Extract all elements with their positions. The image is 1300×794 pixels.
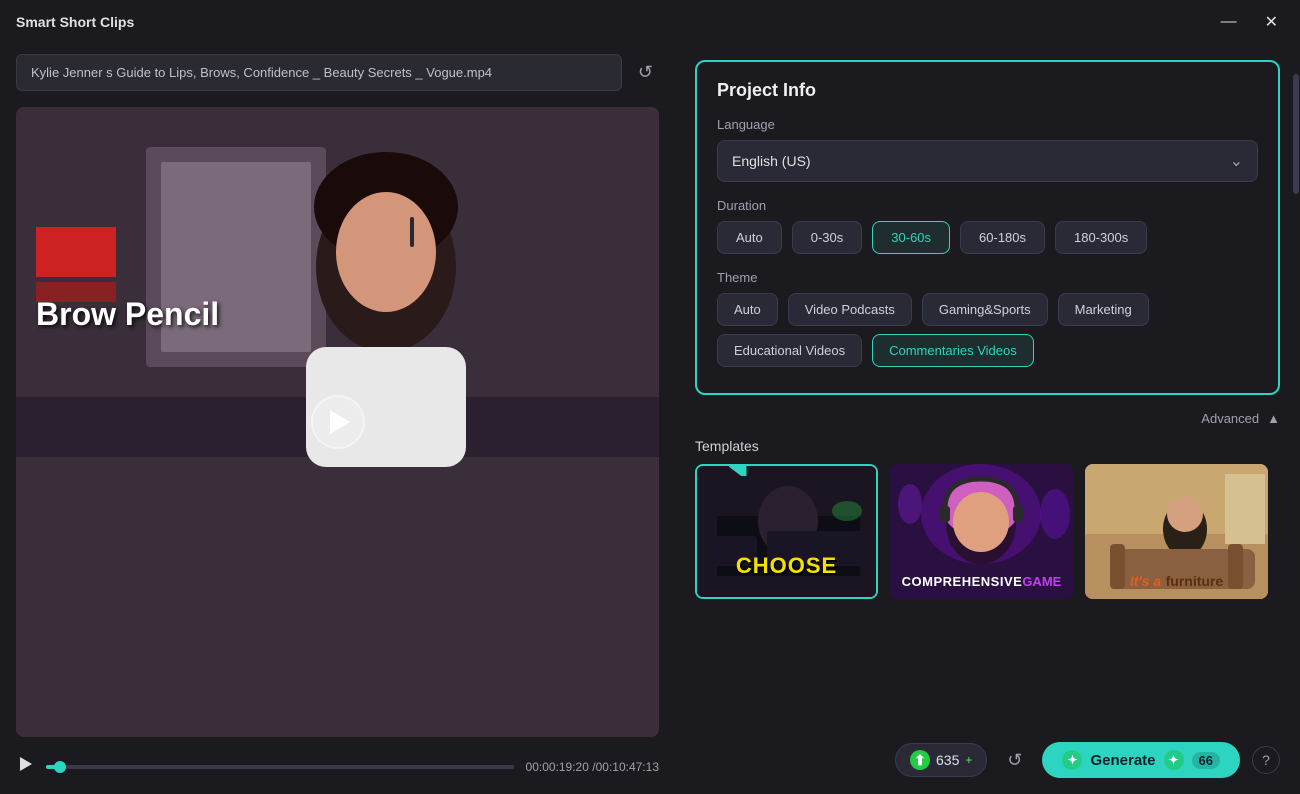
title-bar: Smart Short Clips — ✕ xyxy=(0,0,1300,44)
theme-label: Theme xyxy=(717,270,1258,285)
duration-0-30s[interactable]: 0-30s xyxy=(792,221,863,254)
progress-thumb xyxy=(54,761,66,773)
advanced-chevron-icon[interactable]: ▲ xyxy=(1267,411,1280,426)
template-2-caption-highlight: GAME xyxy=(1022,574,1061,589)
help-button[interactable]: ? xyxy=(1252,746,1280,774)
video-overlay-text: Brow Pencil xyxy=(36,296,219,333)
close-button[interactable]: ✕ xyxy=(1259,10,1284,34)
language-dropdown[interactable]: English (US) ⌄ xyxy=(717,140,1258,182)
play-button[interactable] xyxy=(311,395,365,449)
template-bg-3: It's a furniture xyxy=(1085,464,1268,599)
theme-educational-videos[interactable]: Educational Videos xyxy=(717,334,862,367)
dropdown-arrow-icon: ⌄ xyxy=(1230,151,1243,171)
file-row: Kylie Jenner s Guide to Lips, Brows, Con… xyxy=(16,54,659,91)
generate-label: Generate xyxy=(1090,752,1155,769)
templates-grid: CHOOSE xyxy=(695,464,1280,599)
template-2-caption-container: COMPREHENSIVEGAME xyxy=(890,573,1073,591)
play-small-icon xyxy=(16,755,34,773)
template-1-svg xyxy=(697,466,878,599)
play-icon xyxy=(330,410,350,434)
file-input[interactable]: Kylie Jenner s Guide to Lips, Brows, Con… xyxy=(16,54,622,91)
credits-add-button[interactable]: + xyxy=(965,753,972,767)
template-3-caption-container: It's a furniture xyxy=(1085,573,1268,591)
templates-section: Templates xyxy=(695,438,1280,722)
window-controls: — ✕ xyxy=(1215,10,1284,34)
left-panel: Kylie Jenner s Guide to Lips, Brows, Con… xyxy=(0,44,675,794)
duration-180-300s[interactable]: 180-300s xyxy=(1055,221,1147,254)
template-bg-1: CHOOSE xyxy=(697,466,876,597)
reload-button[interactable]: ↺ xyxy=(999,746,1030,775)
template-bg-2: COMPREHENSIVEGAME xyxy=(890,464,1073,599)
template-3-its: It's a xyxy=(1130,573,1161,589)
template-card-3[interactable]: It's a furniture xyxy=(1085,464,1268,599)
project-info-title: Project Info xyxy=(717,80,1258,101)
theme-row2: Educational Videos Commentaries Videos xyxy=(717,334,1258,367)
progress-bar[interactable] xyxy=(46,765,514,769)
templates-label: Templates xyxy=(695,438,1280,454)
theme-row1: Auto Video Podcasts Gaming&Sports Market… xyxy=(717,293,1258,326)
template-card-2[interactable]: COMPREHENSIVEGAME xyxy=(890,464,1073,599)
duration-label: Duration xyxy=(717,198,1258,213)
app-title: Smart Short Clips xyxy=(16,14,134,30)
duration-options: Auto 0-30s 30-60s 60-180s 180-300s xyxy=(717,221,1258,254)
theme-gaming-sports[interactable]: Gaming&Sports xyxy=(922,293,1048,326)
project-info-section: Project Info Language English (US) ⌄ Dur… xyxy=(695,60,1280,395)
scrollbar-thumb[interactable] xyxy=(1293,74,1299,194)
scrollbar-track xyxy=(1292,44,1300,794)
template-card-1[interactable]: CHOOSE xyxy=(695,464,878,599)
duration-30-60s[interactable]: 30-60s xyxy=(872,221,950,254)
total-time-value: /00:10:47:13 xyxy=(592,760,659,774)
theme-commentaries-videos[interactable]: Commentaries Videos xyxy=(872,334,1034,367)
generate-count: 66 xyxy=(1192,752,1220,769)
theme-marketing[interactable]: Marketing xyxy=(1058,293,1149,326)
right-panel: Project Info Language English (US) ⌄ Dur… xyxy=(675,44,1300,794)
credits-value: 635 xyxy=(936,752,959,768)
minimize-button[interactable]: — xyxy=(1215,10,1243,34)
theme-auto[interactable]: Auto xyxy=(717,293,778,326)
video-controls: 00:00:19:20 /00:10:47:13 xyxy=(16,745,659,778)
generate-cost-icon: ✦ xyxy=(1164,750,1184,770)
theme-video-podcasts[interactable]: Video Podcasts xyxy=(788,293,912,326)
credits-plus-icon: ⬆ xyxy=(910,750,930,770)
advanced-label[interactable]: Advanced xyxy=(1201,411,1259,426)
template-3-furniture: furniture xyxy=(1166,573,1224,589)
language-label: Language xyxy=(717,117,1258,132)
language-value: English (US) xyxy=(732,153,811,169)
credits-badge: ⬆ 635 + xyxy=(895,743,987,777)
duration-60-180s[interactable]: 60-180s xyxy=(960,221,1045,254)
bottom-action-bar: ⬆ 635 + ↺ ✦ Generate ✦ 66 ? xyxy=(695,734,1280,778)
generate-button[interactable]: ✦ Generate ✦ 66 xyxy=(1042,742,1240,778)
template-1-caption: CHOOSE xyxy=(697,553,876,579)
advanced-row: Advanced ▲ xyxy=(695,411,1280,426)
current-time: 00:00:19:20 /00:10:47:13 xyxy=(526,760,659,774)
file-reload-button[interactable]: ↺ xyxy=(632,56,659,89)
generate-icon: ✦ xyxy=(1062,750,1082,770)
play-small-button[interactable] xyxy=(16,755,34,778)
video-player: Brow Pencil xyxy=(16,107,659,737)
current-time-value: 00:00:19:20 xyxy=(526,760,589,774)
main-layout: Kylie Jenner s Guide to Lips, Brows, Con… xyxy=(0,44,1300,794)
duration-auto[interactable]: Auto xyxy=(717,221,782,254)
template-2-caption-main: COMPREHENSIVE xyxy=(902,574,1023,589)
